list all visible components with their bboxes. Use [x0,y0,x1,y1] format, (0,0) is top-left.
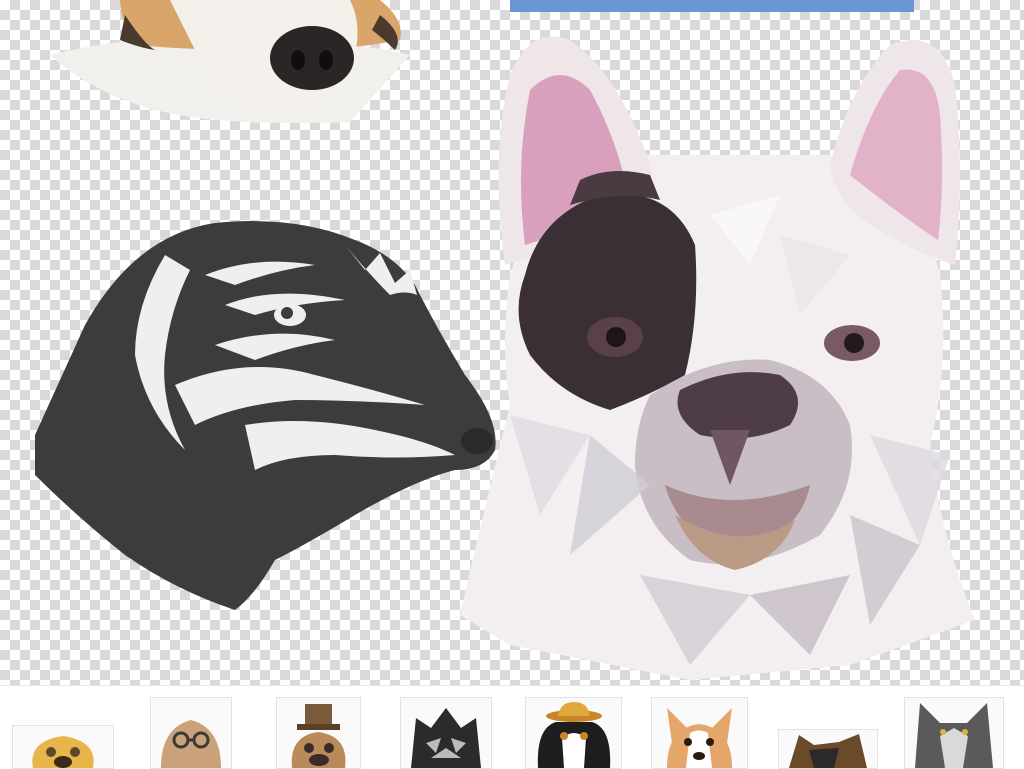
greyhound-with-glasses-thumbnail[interactable] [150,697,232,769]
low-poly-french-bulldog [460,36,975,680]
pug-with-top-hat-thumbnail[interactable] [276,697,361,769]
pug-thumbnail[interactable] [12,725,114,769]
corgi-thumbnail[interactable] [651,697,748,769]
dachshund-silhouette [35,221,496,610]
blue-fabric-strip [510,0,914,12]
spaniel-with-hat-thumbnail[interactable] [525,697,622,769]
german-shepherd-thumbnail[interactable] [778,729,878,769]
wolf-thumbnail[interactable] [904,697,1004,769]
black-line-art-dog-thumbnail[interactable] [400,697,492,769]
thumbnail-strip [0,685,1024,769]
dog-nose-photo [50,0,410,123]
